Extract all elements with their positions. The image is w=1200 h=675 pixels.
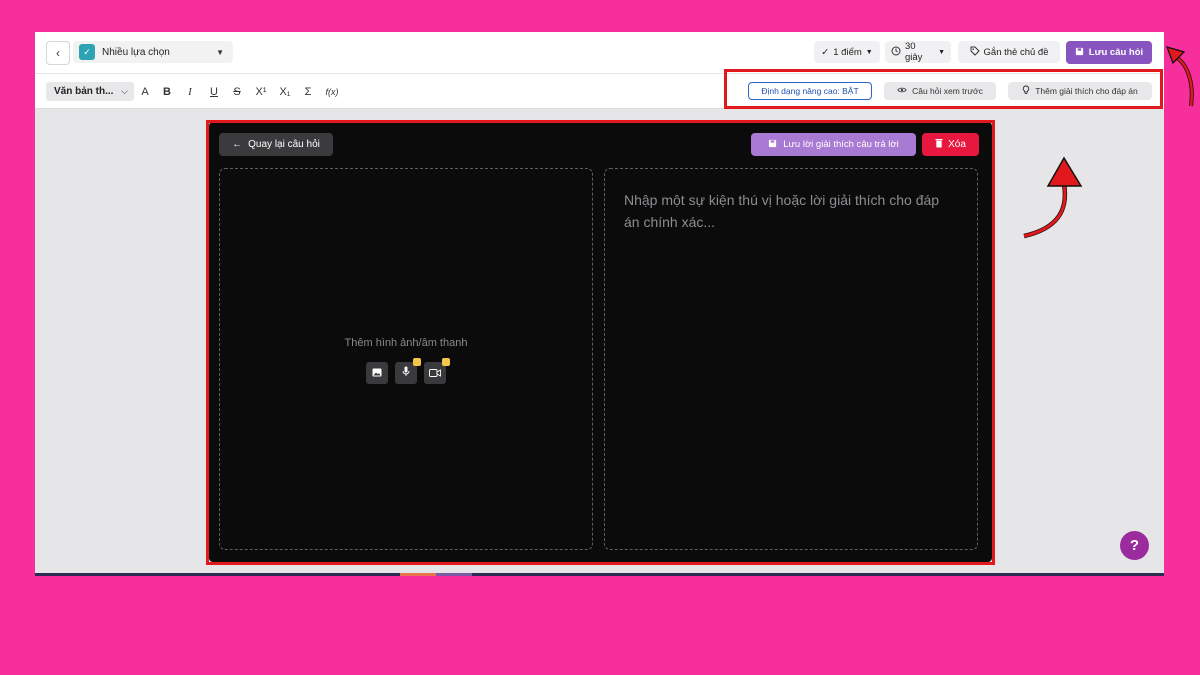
save-icon	[1075, 47, 1084, 59]
add-explanation-button[interactable]: Thêm giải thích cho đáp án	[1008, 82, 1152, 100]
format-toolbar: Văn bản th... ⌵ A B I U S X¹ X₁ Σ f(x) Đ…	[35, 74, 1164, 109]
mic-icon	[402, 364, 410, 382]
italic-label: I	[188, 85, 192, 98]
check-icon: ✓	[821, 46, 830, 58]
premium-badge-icon	[442, 358, 450, 366]
advanced-format-toggle[interactable]: Định dạng nâng cao: BẬT	[748, 82, 872, 100]
explanation-text-input[interactable]: Nhập một sự kiện thú vị hoặc lời giải th…	[604, 168, 978, 550]
save-question-button[interactable]: Lưu câu hỏi	[1066, 41, 1152, 64]
underline-label: U	[210, 85, 218, 98]
bold-button[interactable]: B	[159, 82, 175, 101]
strikethrough-button[interactable]: S	[229, 82, 245, 101]
time-label: 30 giây	[905, 41, 923, 63]
back-to-question-label: Quay lại câu hỏi	[248, 139, 320, 150]
tag-topic-label: Gắn thẻ chủ đề	[983, 46, 1049, 58]
function-icon: f(x)	[325, 86, 339, 97]
strikethrough-label: S	[233, 85, 241, 98]
app-window: ‹ ✓ Nhiều lựa chọn ▼ ✓ 1 điểm ▼ 30 giây …	[35, 32, 1164, 576]
save-explanation-button[interactable]: Lưu lời giải thích câu trả lời	[751, 133, 916, 156]
arrow-annotation-icon	[1023, 156, 1083, 239]
points-select[interactable]: ✓ 1 điểm ▼	[814, 41, 880, 63]
lightbulb-icon	[1022, 85, 1030, 97]
eye-icon	[897, 86, 907, 96]
superscript-label: X¹	[255, 85, 267, 98]
preview-label: Câu hỏi xem trước	[912, 86, 983, 96]
media-upload-label: Thêm hình ảnh/âm thanh	[344, 337, 468, 349]
subscript-label: X₁	[279, 85, 291, 98]
top-bar: ‹ ✓ Nhiều lựa chọn ▼ ✓ 1 điểm ▼ 30 giây …	[35, 32, 1164, 74]
math-symbol-button[interactable]: Σ	[300, 82, 316, 101]
clock-icon	[891, 46, 901, 59]
points-label: 1 điểm	[833, 46, 862, 58]
arrow-annotation-icon	[1165, 46, 1194, 107]
arrow-left-icon: ←	[232, 139, 243, 150]
italic-button[interactable]: I	[182, 82, 198, 101]
trash-icon	[935, 138, 943, 151]
tag-topic-button[interactable]: Gắn thẻ chủ đề	[958, 41, 1060, 63]
stripe-segment	[436, 573, 472, 576]
checkbox-icon: ✓	[79, 44, 95, 60]
caret-down-icon: ▼	[938, 48, 945, 56]
add-audio-button[interactable]	[395, 358, 421, 384]
save-explanation-label: Lưu lời giải thích câu trả lời	[783, 139, 899, 150]
delete-button[interactable]: Xóa	[922, 133, 979, 156]
chevron-left-icon: ‹	[56, 46, 60, 60]
subscript-button[interactable]: X₁	[276, 82, 294, 101]
video-icon	[429, 364, 441, 382]
add-image-button[interactable]	[366, 362, 388, 384]
add-explanation-label: Thêm giải thích cho đáp án	[1035, 86, 1138, 96]
stripe-segment	[400, 573, 436, 576]
media-upload-area[interactable]: Thêm hình ảnh/âm thanh	[219, 168, 593, 550]
question-type-select[interactable]: ✓ Nhiều lựa chọn ▼	[73, 41, 233, 63]
back-button[interactable]: ‹	[46, 41, 70, 65]
text-style-label: Văn bản th...	[54, 86, 114, 97]
bold-label: B	[163, 85, 171, 98]
explanation-placeholder: Nhập một sự kiện thú vị hoặc lời giải th…	[624, 192, 940, 230]
superscript-button[interactable]: X¹	[252, 82, 270, 101]
add-video-button[interactable]	[424, 358, 450, 384]
caret-down-icon: ▼	[216, 47, 224, 57]
question-mark-icon: ?	[1129, 537, 1140, 554]
preview-question-button[interactable]: Câu hỏi xem trước	[884, 82, 996, 100]
caret-down-icon: ▼	[865, 48, 873, 56]
save-question-label: Lưu câu hỏi	[1088, 47, 1144, 58]
explanation-editor: ← Quay lại câu hỏi Lưu lời giải thích câ…	[209, 122, 992, 562]
text-style-select[interactable]: Văn bản th... ⌵	[46, 82, 134, 101]
question-type-label: Nhiều lựa chọn	[102, 46, 170, 58]
premium-badge-icon	[413, 358, 421, 366]
bottom-progress-stripe	[35, 573, 1164, 576]
save-icon	[768, 139, 777, 151]
back-to-question-button[interactable]: ← Quay lại câu hỏi	[219, 133, 333, 156]
font-color-button[interactable]: A	[137, 82, 153, 101]
underline-button[interactable]: U	[206, 82, 222, 101]
formula-button[interactable]: f(x)	[321, 82, 343, 101]
font-color-label: A	[141, 85, 149, 98]
tag-icon	[970, 46, 980, 59]
time-select[interactable]: 30 giây ▼	[885, 41, 951, 63]
image-icon	[372, 364, 382, 382]
help-button[interactable]: ?	[1120, 531, 1149, 560]
advanced-format-label: Định dạng nâng cao: BẬT	[761, 86, 859, 96]
sigma-icon: Σ	[304, 85, 312, 98]
chevron-down-icon: ⌵	[121, 86, 128, 96]
delete-label: Xóa	[948, 139, 966, 150]
